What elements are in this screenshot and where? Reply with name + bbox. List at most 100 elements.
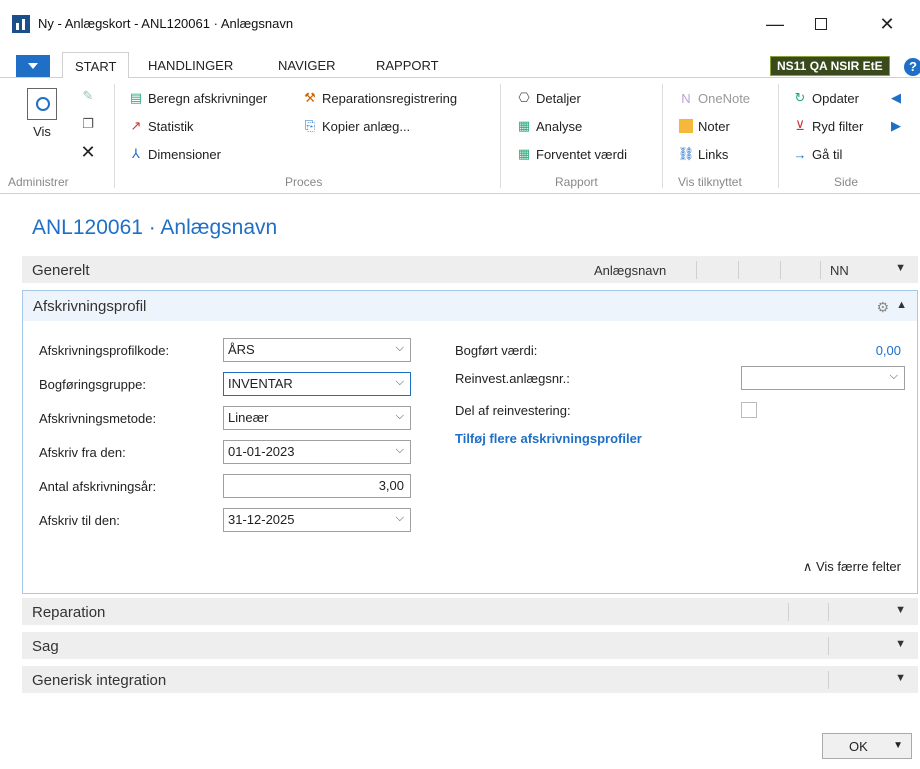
group-divider: [500, 84, 501, 188]
new-document-icon: ❐: [82, 116, 94, 131]
fewer-fields-button[interactable]: ∧ Vis færre felter: [803, 559, 901, 575]
links-button[interactable]: ⛓ Links: [677, 146, 729, 162]
divider: [820, 261, 821, 279]
fasttab-sag[interactable]: Sag ▼: [22, 632, 918, 660]
afskrivningsprofilkode-label: Afskrivningsprofilkode:: [39, 343, 170, 358]
detaljer-label: Detaljer: [536, 90, 581, 106]
chevron-down-icon[interactable]: ⌵: [396, 342, 404, 355]
triangle-left-icon: ◀: [891, 90, 901, 105]
chevron-down-icon[interactable]: ▼: [895, 672, 906, 684]
close-button[interactable]: ✕: [864, 8, 910, 40]
tab-handlinger[interactable]: HANDLINGER: [148, 58, 233, 73]
repair-icon: ⚒: [304, 90, 316, 105]
link-icon: ⛓: [677, 146, 695, 161]
statistik-button[interactable]: ↗ Statistik: [128, 118, 194, 134]
bogforingsgruppe-field[interactable]: INVENTAR ⌵: [223, 372, 411, 396]
fasttab-reparation[interactable]: Reparation ▼: [22, 598, 918, 626]
window-title: Ny - Anlægskort - ANL120061 · Anlægsnavn: [38, 16, 294, 31]
forventet-vaerdi-button[interactable]: ▦ Forventet værdi: [516, 146, 627, 162]
chevron-up-icon[interactable]: ▲: [896, 299, 907, 311]
chevron-down-icon[interactable]: ⌵: [396, 512, 404, 525]
ok-button[interactable]: OK ▼: [822, 733, 912, 759]
help-icon[interactable]: ?: [904, 58, 920, 76]
statistik-label: Statistik: [148, 118, 194, 134]
ryd-filter-label: Ryd filter: [812, 118, 864, 134]
divider: [828, 603, 829, 621]
detaljer-button[interactable]: ⎔ Detaljer: [516, 90, 581, 106]
tab-rapport[interactable]: RAPPORT: [376, 58, 439, 73]
fasttab-afskrivningsprofil: Afskrivningsprofil ⚙ ▲ Afskrivningsprofi…: [22, 290, 918, 594]
pencil-icon: ✎: [82, 88, 94, 103]
field-value: ÅRS: [228, 342, 255, 357]
fasttab-generelt[interactable]: Generelt Anlægsnavn NN ▼: [22, 256, 918, 284]
divider: [788, 603, 789, 621]
copy-icon: ⎘: [304, 118, 316, 133]
triangle-down-icon[interactable]: ▼: [893, 740, 903, 751]
analyse-button[interactable]: ▦ Analyse: [516, 118, 582, 134]
fasttab-info: Anlægsnavn: [594, 263, 667, 278]
bogfort-vaerdi-value[interactable]: 0,00: [803, 343, 901, 358]
kopier-anlaeg-button[interactable]: ⎘ Kopier anlæg...: [302, 118, 410, 134]
group-label-side: Side: [834, 175, 859, 189]
fewer-fields-label: Vis færre felter: [815, 559, 901, 574]
forventet-vaerdi-label: Forventet værdi: [536, 146, 628, 162]
previous-record-button[interactable]: ◀: [888, 90, 904, 106]
chevron-down-icon[interactable]: ▼: [895, 262, 906, 274]
field-value: 3,00: [378, 478, 404, 493]
field-value: 31-12-2025: [228, 512, 295, 527]
tab-naviger[interactable]: NAVIGER: [278, 58, 336, 73]
kopier-anlaeg-label: Kopier anlæg...: [322, 118, 411, 134]
beregn-afskrivninger-button[interactable]: ▤ Beregn afskrivninger: [128, 90, 267, 106]
fasttab-generisk-integration[interactable]: Generisk integration ▼: [22, 666, 918, 694]
dimensioner-button[interactable]: ⅄ Dimensioner: [128, 146, 221, 162]
del-af-reinvestering-checkbox[interactable]: [741, 402, 757, 418]
onenote-button[interactable]: N OneNote: [678, 90, 750, 106]
chevron-down-icon[interactable]: ▼: [895, 638, 906, 650]
reparationsregistrering-button[interactable]: ⚒ Reparationsregistrering: [302, 90, 457, 106]
gaa-til-button[interactable]: → Gå til: [792, 146, 843, 162]
minimize-button[interactable]: —: [752, 8, 798, 40]
afskrivningsprofilkode-field[interactable]: ÅRS ⌵: [223, 338, 411, 362]
chevron-down-icon[interactable]: ▼: [895, 604, 906, 616]
afskriv-til-field[interactable]: 31-12-2025 ⌵: [223, 508, 411, 532]
next-record-button[interactable]: ▶: [888, 118, 904, 134]
delete-icon: ✕: [80, 141, 96, 162]
divider: [828, 671, 829, 689]
edit-button[interactable]: ✎: [80, 88, 96, 104]
chevron-down-icon[interactable]: ⌵: [396, 376, 404, 389]
field-value: INVENTAR: [228, 376, 293, 391]
afskrivningsmetode-field[interactable]: Lineær ⌵: [223, 406, 411, 430]
calculate-icon: ▤: [129, 90, 143, 105]
refresh-icon: ↻: [794, 90, 806, 105]
onenote-label: OneNote: [698, 90, 751, 106]
fasttab-header[interactable]: Afskrivningsprofil ⚙ ▲: [23, 291, 917, 321]
gear-icon[interactable]: ⚙: [876, 299, 889, 316]
chevron-down-icon[interactable]: ⌵: [396, 444, 404, 457]
group-label-vis-tilknyttet: Vis tilknyttet: [678, 175, 742, 189]
arrow-right-icon: →: [793, 146, 807, 162]
afskriv-fra-field[interactable]: 01-01-2023 ⌵: [223, 440, 411, 464]
group-divider: [662, 84, 663, 188]
ryd-filter-button[interactable]: ⊻ Ryd filter: [792, 118, 863, 134]
divider: [780, 261, 781, 279]
reparationsregistrering-label: Reparationsregistrering: [322, 90, 458, 106]
chevron-down-icon[interactable]: ⌵: [890, 370, 898, 383]
file-menu-button[interactable]: [16, 55, 50, 77]
noter-button[interactable]: Noter: [678, 118, 730, 134]
delete-button[interactable]: ✕: [80, 141, 96, 162]
page-title: ANL120061 · Anlægsnavn: [32, 216, 278, 239]
add-profiles-link[interactable]: Tilføj flere afskrivningsprofiler: [455, 431, 642, 446]
antal-aar-field[interactable]: 3,00: [223, 474, 411, 498]
clear-filter-icon: ⊻: [795, 118, 805, 133]
ribbon-tabs: START HANDLINGER NAVIGER RAPPORT NS11 QA…: [0, 52, 920, 79]
reinvest-field[interactable]: ⌵: [741, 366, 905, 390]
vis-button[interactable]: Vis: [22, 88, 62, 139]
ok-label: OK: [849, 739, 868, 754]
group-divider: [114, 84, 115, 188]
tab-start[interactable]: START: [62, 52, 130, 79]
title-bar: Ny - Anlægskort - ANL120061 · Anlægsnavn…: [0, 0, 920, 50]
opdater-button[interactable]: ↻ Opdater: [792, 90, 859, 106]
chevron-down-icon[interactable]: ⌵: [396, 410, 404, 423]
maximize-button[interactable]: [798, 8, 844, 40]
new-button[interactable]: ❐: [80, 116, 96, 132]
